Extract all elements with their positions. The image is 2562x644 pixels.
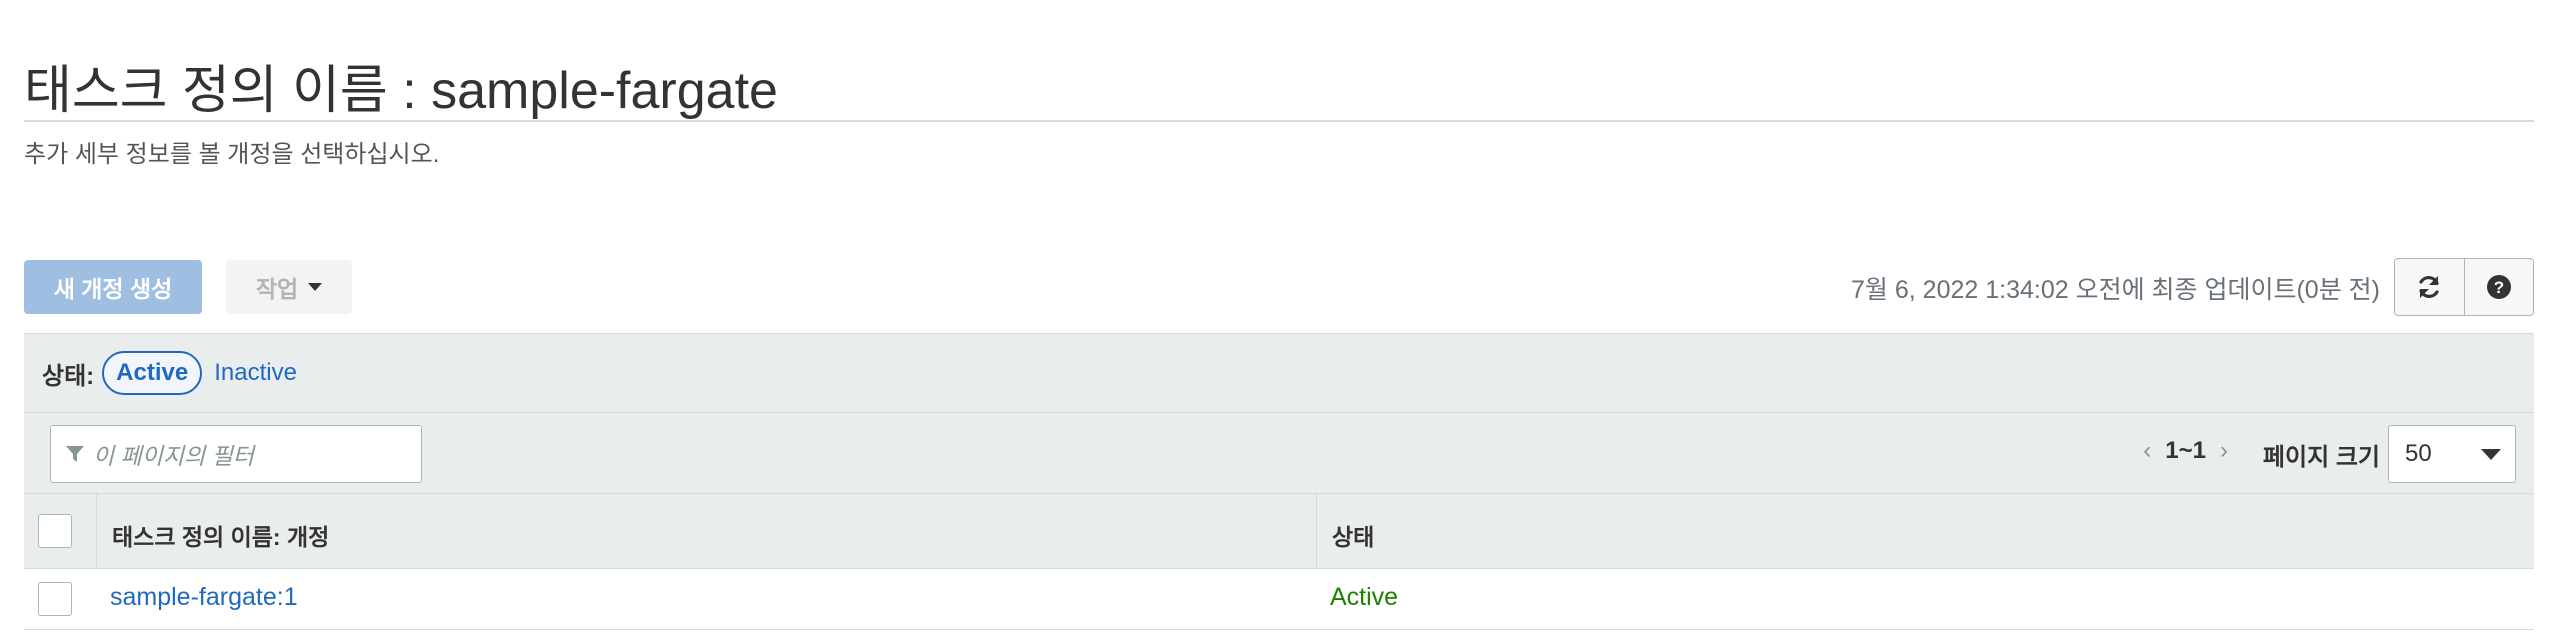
page-size-label: 페이지 크기 bbox=[2262, 444, 2380, 471]
revisions-table: 상태: Active Inactive 이 페이지의 필터 ‹ 1~1 › 페이… bbox=[24, 333, 2534, 630]
status-filter-label: 상태: bbox=[42, 362, 95, 390]
next-page-icon[interactable]: › bbox=[2220, 437, 2228, 465]
toolbar-icon-group: ? bbox=[2394, 258, 2534, 316]
caret-down-icon bbox=[2481, 448, 2501, 460]
pagination: ‹ 1~1 › bbox=[2143, 437, 2228, 465]
page: 태스크 정의 이름 : sample-fargate 추가 세부 정보를 볼 개… bbox=[0, 0, 2562, 644]
filter-input[interactable]: 이 페이지의 필터 bbox=[50, 425, 422, 483]
refresh-button[interactable] bbox=[2395, 259, 2464, 315]
table-header: 태스크 정의 이름: 개정 상태 bbox=[24, 494, 2534, 569]
table-row: sample-fargate:1 Active bbox=[24, 569, 2534, 630]
help-button[interactable]: ? bbox=[2463, 259, 2533, 315]
page-title: 태스크 정의 이름 : sample-fargate bbox=[24, 62, 778, 120]
status-filter-active[interactable]: Active bbox=[102, 351, 203, 395]
filter-placeholder: 이 페이지의 필터 bbox=[93, 443, 254, 469]
row-checkbox[interactable] bbox=[38, 582, 72, 616]
page-size-value: 50 bbox=[2405, 440, 2432, 467]
page-size-select[interactable]: 50 bbox=[2388, 425, 2516, 483]
refresh-icon bbox=[2419, 276, 2439, 298]
revision-link[interactable]: sample-fargate:1 bbox=[110, 583, 298, 612]
actions-label: 작업 bbox=[255, 276, 299, 302]
caret-down-icon bbox=[308, 283, 323, 291]
filter-icon bbox=[66, 446, 84, 462]
page-subtitle: 추가 세부 정보를 볼 개정을 선택하십시오. bbox=[24, 141, 440, 168]
column-header-status[interactable]: 상태 bbox=[1332, 518, 1374, 552]
column-divider bbox=[1316, 494, 1317, 568]
create-revision-button[interactable]: 새 개정 생성 bbox=[24, 260, 202, 314]
actions-dropdown-button[interactable]: 작업 bbox=[226, 260, 352, 314]
filter-bar: 이 페이지의 필터 ‹ 1~1 › 페이지 크기 50 bbox=[24, 413, 2534, 494]
prev-page-icon[interactable]: ‹ bbox=[2143, 437, 2151, 465]
column-header-name[interactable]: 태스크 정의 이름: 개정 bbox=[112, 518, 329, 552]
header-checkbox-cell bbox=[24, 494, 97, 568]
title-divider bbox=[24, 120, 2534, 122]
status-filter-inactive[interactable]: Inactive bbox=[214, 359, 297, 387]
help-icon: ? bbox=[2486, 275, 2511, 299]
status-filter-bar: 상태: Active Inactive bbox=[24, 334, 2534, 413]
select-all-checkbox[interactable] bbox=[38, 514, 72, 548]
svg-text:?: ? bbox=[2494, 278, 2504, 297]
page-range: 1~1 bbox=[2165, 437, 2206, 464]
last-updated-text: 7월 6, 2022 1:34:02 오전에 최종 업데이트(0분 전) bbox=[1851, 276, 2380, 304]
revision-status: Active bbox=[1330, 583, 1399, 611]
